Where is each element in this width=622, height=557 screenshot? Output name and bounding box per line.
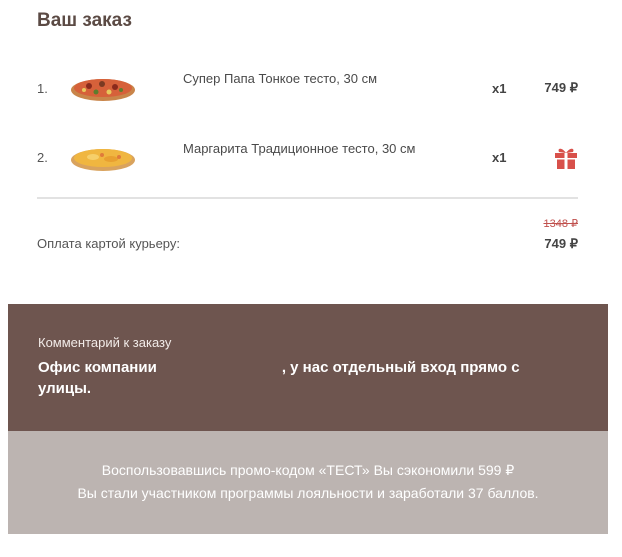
- order-item: 2. Маргарита Традиционное тесто, 30 см x…: [0, 138, 622, 178]
- item-number: 1.: [37, 81, 48, 96]
- promo-savings-text: Воспользовавшись промо-кодом «ТЕСТ» Вы с…: [101, 462, 515, 478]
- item-quantity: x1: [492, 150, 507, 165]
- comment-text: Офис компании , у нас отдельный вход пря…: [38, 359, 524, 397]
- loyalty-points-text: Вы стали участником программы лояльности…: [77, 485, 539, 501]
- comment-section: Комментарий к заказу Офис компании , у н…: [8, 304, 608, 431]
- page-title: Ваш заказ: [37, 10, 132, 31]
- payment-label: Оплата картой курьеру:: [37, 236, 181, 251]
- gift-icon: [555, 148, 577, 169]
- item-price: 749 ₽: [544, 80, 578, 95]
- pizza-margarita-icon: [71, 149, 135, 171]
- order-item: 1. Супер Папа Тонкое тесто, 30 см x1 749…: [0, 68, 622, 108]
- comment-label: Комментарий к заказу: [38, 335, 172, 350]
- item-number: 2.: [37, 150, 48, 165]
- item-quantity: x1: [492, 81, 507, 96]
- order-total: 749 ₽: [544, 236, 578, 251]
- divider: [37, 197, 578, 199]
- item-name: Маргарита Традиционное тесто, 30 см: [183, 141, 416, 156]
- item-name: Супер Папа Тонкое тесто, 30 см: [183, 71, 378, 86]
- old-total: 1348 ₽: [543, 218, 578, 230]
- pizza-super-papa-icon: [71, 79, 135, 101]
- promo-section: Воспользовавшись промо-кодом «ТЕСТ» Вы с…: [8, 431, 608, 534]
